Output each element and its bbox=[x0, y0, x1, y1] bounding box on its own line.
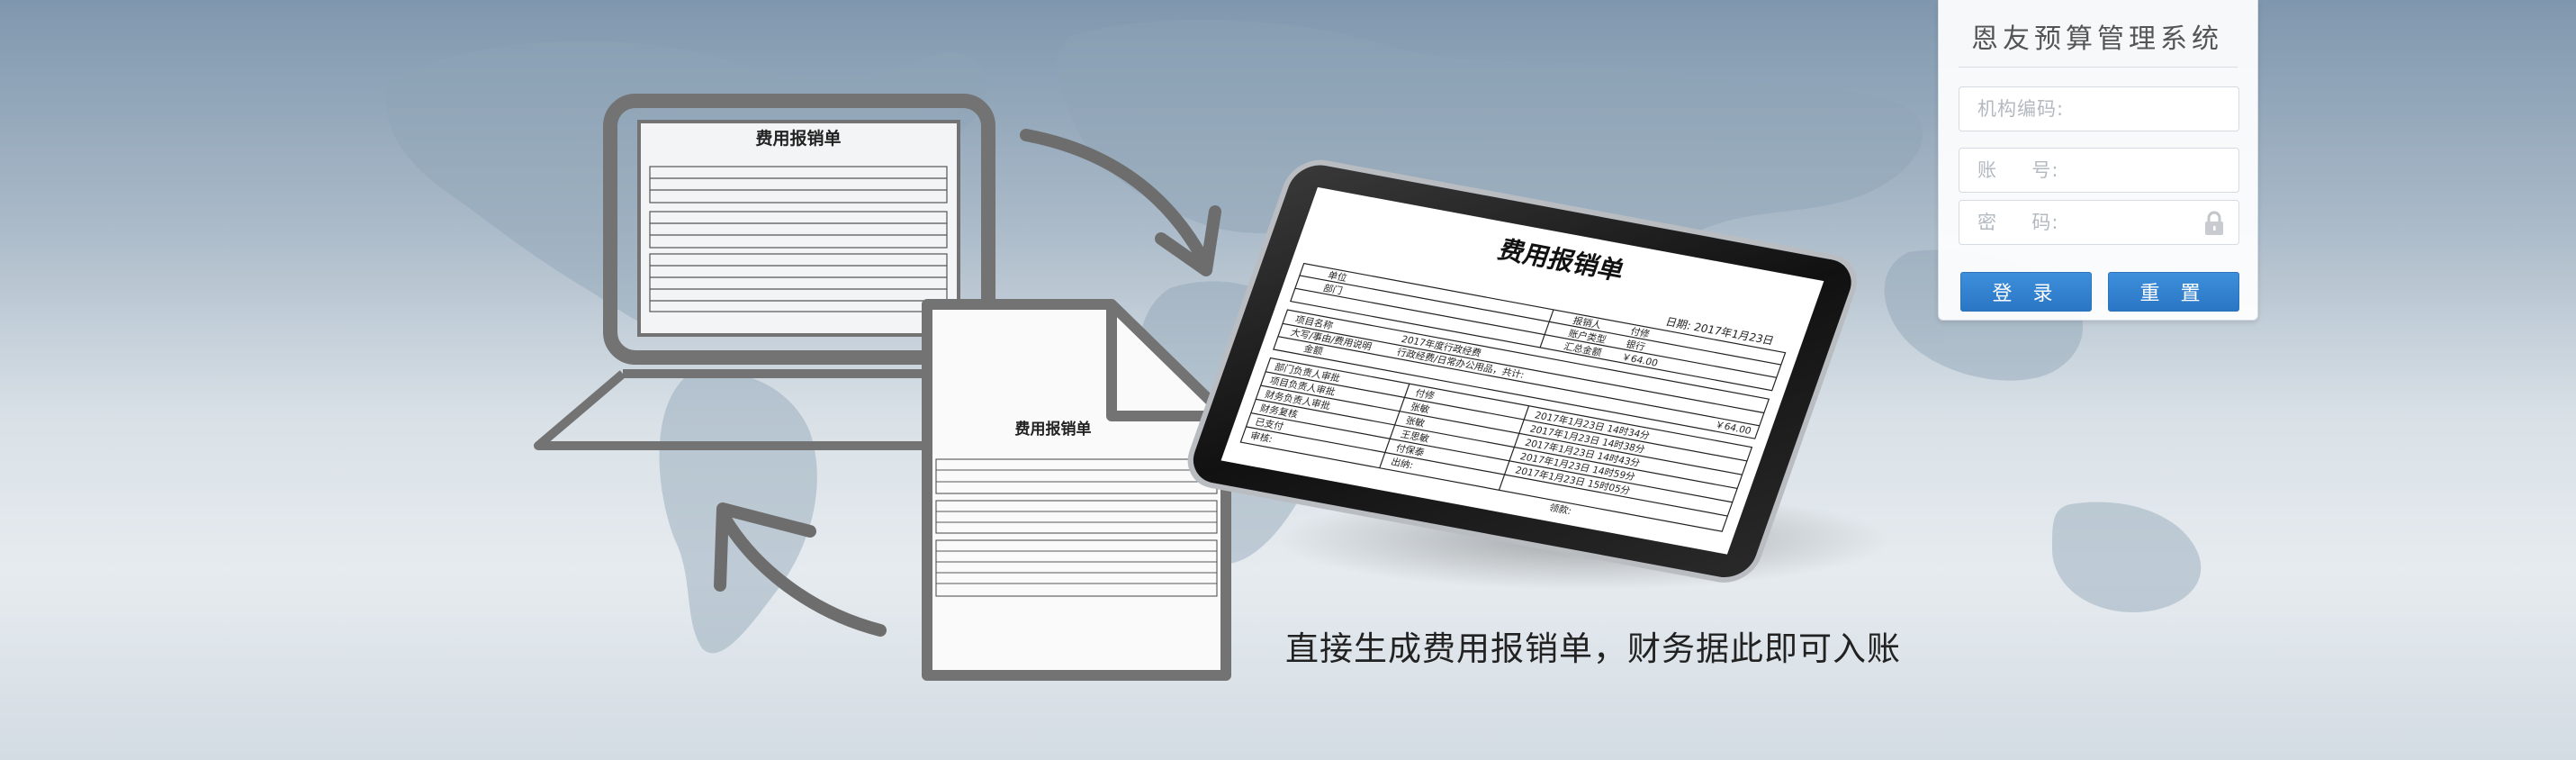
lock-icon bbox=[2205, 211, 2223, 235]
password-field bbox=[1959, 200, 2239, 245]
monitor-document: 费用报销单 bbox=[637, 120, 960, 337]
login-panel: 恩友预算管理系统 登 录 重 置 bbox=[1938, 0, 2258, 321]
reset-button[interactable]: 重 置 bbox=[2108, 272, 2239, 312]
system-title: 恩友预算管理系统 bbox=[1971, 23, 2223, 55]
login-button[interactable]: 登 录 bbox=[1960, 272, 2092, 312]
password-input[interactable] bbox=[1959, 201, 2238, 244]
title-divider bbox=[1959, 67, 2238, 68]
tablet-device: 费用报销单 日期: 2017年1月23日 单位 部门 报销人 付修 账户类型 银… bbox=[1187, 159, 1890, 590]
paper-doc-title: 费用报销单 bbox=[1015, 420, 1092, 439]
monitor-doc-title: 费用报销单 bbox=[755, 128, 841, 149]
account-field bbox=[1959, 148, 2239, 193]
account-input[interactable] bbox=[1959, 149, 2238, 192]
slogan-text: 直接生成费用报销单，财务据此即可入账 bbox=[1285, 629, 1901, 668]
org-code-input[interactable] bbox=[1959, 87, 2238, 131]
org-code-field bbox=[1959, 86, 2239, 131]
